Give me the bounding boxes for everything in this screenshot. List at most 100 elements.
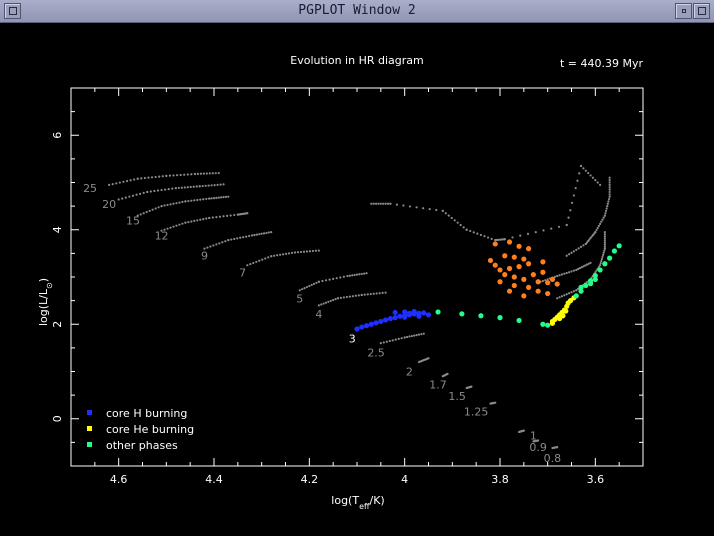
track-point	[394, 338, 397, 341]
track-point	[391, 339, 394, 342]
track-point	[550, 227, 553, 230]
track-point	[369, 292, 372, 296]
track-point	[608, 193, 611, 196]
track-point	[572, 290, 575, 293]
track-point	[190, 173, 193, 176]
star-point	[506, 265, 513, 272]
track-point	[575, 248, 578, 251]
track-point	[178, 201, 181, 204]
track-point	[299, 250, 303, 254]
star-point	[502, 272, 508, 278]
star-point	[602, 261, 608, 267]
mass-label: 0.8	[544, 452, 562, 465]
star-point	[421, 310, 427, 316]
mass-label: 2.5	[367, 347, 385, 360]
minimize-icon	[682, 9, 686, 13]
track-point	[215, 196, 218, 199]
track-point	[354, 294, 357, 297]
track-point	[118, 181, 121, 184]
track-point	[606, 205, 609, 208]
track-point	[205, 172, 208, 175]
track-point	[604, 209, 608, 212]
track-point	[324, 279, 328, 282]
minimize-button[interactable]	[675, 3, 692, 19]
track-point	[603, 245, 606, 248]
track-point	[195, 185, 198, 188]
x-tick-label: 3.6	[587, 473, 605, 486]
track-point	[422, 207, 425, 210]
track-point	[187, 199, 190, 203]
star-point	[497, 279, 503, 285]
track-point	[279, 253, 282, 256]
star-point	[578, 284, 584, 290]
star-point	[411, 308, 417, 315]
track-point	[192, 185, 195, 188]
mass-label: 1.5	[448, 390, 466, 403]
track-point	[208, 172, 211, 175]
track-point	[111, 182, 114, 186]
track-point	[599, 183, 602, 186]
x-tick-label: 3.8	[491, 473, 509, 486]
track-point	[255, 233, 258, 236]
star-point	[540, 321, 546, 327]
maximize-button[interactable]	[693, 3, 710, 19]
title-bar[interactable]: PGPLOT Window 2	[0, 0, 714, 23]
track-point	[570, 201, 574, 204]
star-point	[392, 309, 398, 316]
track-point	[462, 226, 465, 229]
star-point	[526, 246, 532, 252]
star-point	[545, 322, 551, 328]
track-point	[374, 202, 378, 205]
star-point	[492, 262, 498, 268]
track-point	[594, 179, 597, 182]
track-point	[574, 187, 577, 190]
track-point	[522, 429, 525, 432]
track-point	[290, 251, 294, 255]
track-point	[196, 198, 199, 202]
hr-diagram-chart: Evolution in HR diagram t = 440.39 Myr 4…	[0, 23, 714, 536]
track-point	[427, 357, 430, 360]
star-point	[526, 284, 532, 290]
track-point	[511, 236, 514, 239]
track-point	[446, 372, 449, 375]
track-point	[345, 295, 348, 299]
track-point	[572, 269, 575, 272]
track-point	[582, 167, 585, 170]
track-point	[410, 334, 413, 338]
track-point	[252, 261, 255, 265]
star-point	[402, 309, 408, 315]
star-point	[549, 276, 556, 282]
star-point	[521, 293, 527, 299]
track-point	[184, 200, 187, 203]
track-point	[599, 264, 602, 267]
track-point	[556, 446, 559, 449]
y-tick-label: 0	[51, 415, 64, 422]
track-point	[296, 251, 300, 254]
track-point	[179, 173, 182, 177]
mass-label: 12	[155, 229, 169, 242]
star-point	[549, 320, 556, 326]
star-point	[425, 312, 432, 318]
track-point	[233, 237, 236, 241]
track-point	[135, 193, 138, 196]
track-point	[108, 183, 111, 186]
track-point	[570, 251, 573, 254]
track-point	[365, 272, 368, 275]
track-point	[311, 249, 315, 253]
track-point	[217, 196, 220, 199]
track-point	[160, 188, 163, 192]
track-point	[246, 264, 249, 267]
track-point	[287, 252, 291, 255]
track-point	[604, 212, 607, 215]
track-point	[142, 212, 145, 215]
star-point	[363, 323, 370, 329]
track-point	[204, 184, 207, 187]
star-point	[511, 274, 517, 280]
track-point	[596, 181, 599, 184]
track-point	[565, 223, 568, 227]
track-point	[385, 340, 388, 343]
track-point	[205, 197, 208, 201]
track-point	[169, 226, 172, 229]
track-point	[384, 291, 387, 294]
track-point	[378, 292, 381, 295]
